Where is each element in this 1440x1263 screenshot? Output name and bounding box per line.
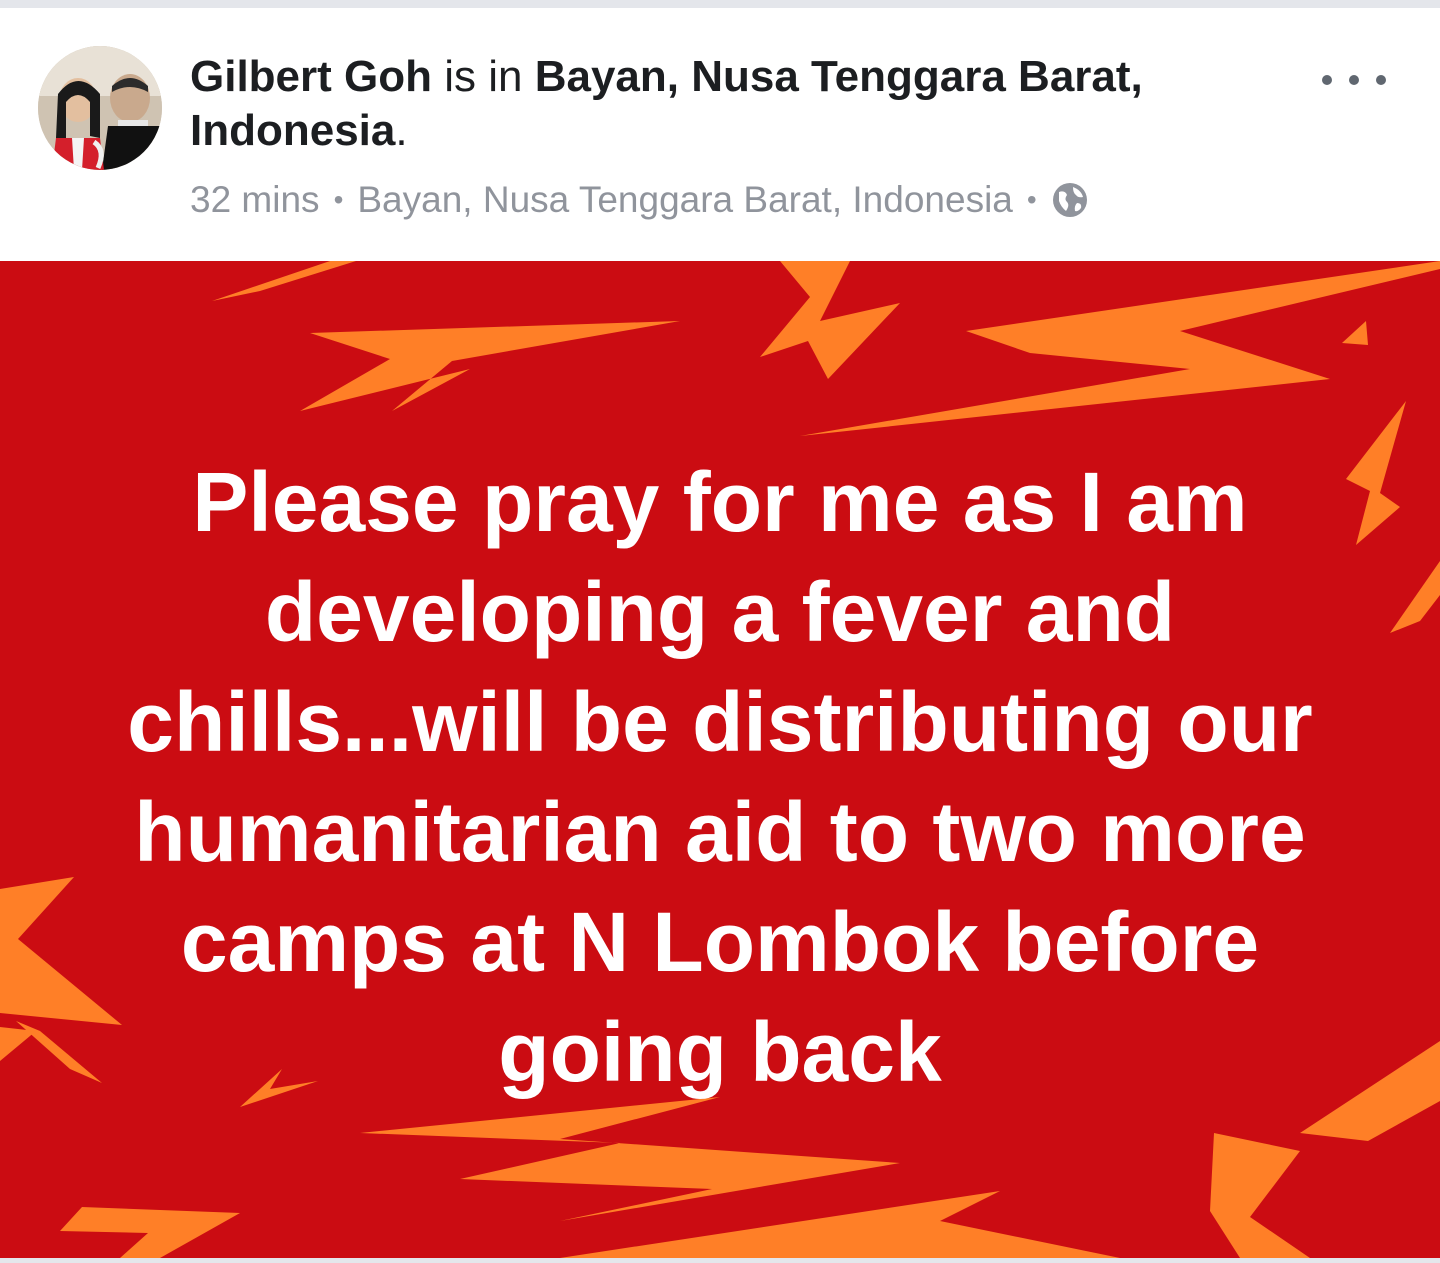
more-dot [1349,75,1359,85]
meta-separator: • [333,184,344,215]
bottom-divider [0,1258,1440,1263]
more-dot [1322,75,1332,85]
header-period: . [395,106,408,155]
globe-icon[interactable] [1051,181,1089,219]
post-timestamp[interactable]: 32 mins [190,179,320,221]
author-avatar[interactable] [38,46,162,170]
more-dot [1376,75,1386,85]
avatar-photo [38,46,162,170]
more-options-icon[interactable] [1322,62,1386,98]
post-header-text: Gilbert Goh is in Bayan, Nusa Tenggara B… [190,50,1270,158]
post-meta: 32 mins • Bayan, Nusa Tenggara Barat, In… [190,178,1089,222]
is-in-text: is in [432,52,535,101]
author-name[interactable]: Gilbert Goh [190,52,432,101]
post-header: Gilbert Goh is in Bayan, Nusa Tenggara B… [0,8,1440,261]
post-body-text: Please pray for me as I am developing a … [127,455,1313,1099]
top-divider [0,0,1440,8]
meta-separator: • [1026,184,1037,215]
post-colored-background[interactable]: Please pray for me as I am developing a … [0,261,1440,1258]
post-location[interactable]: Bayan, Nusa Tenggara Barat, Indonesia [357,179,1013,221]
